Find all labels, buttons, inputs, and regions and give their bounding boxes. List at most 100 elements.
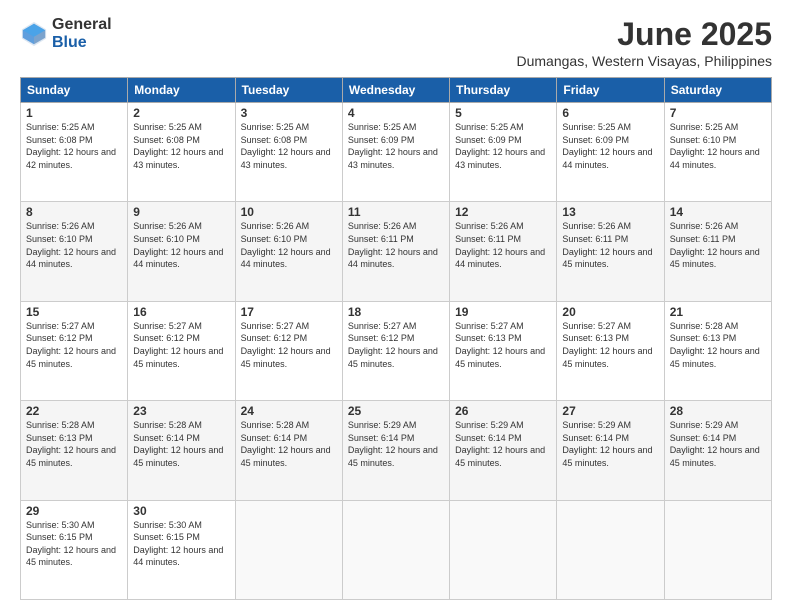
day-info: Sunrise: 5:26 AMSunset: 6:11 PMDaylight:… (348, 220, 444, 270)
day-info: Sunrise: 5:27 AMSunset: 6:13 PMDaylight:… (562, 320, 658, 370)
calendar-cell: 2Sunrise: 5:25 AMSunset: 6:08 PMDaylight… (128, 103, 235, 202)
col-monday: Monday (128, 78, 235, 103)
col-tuesday: Tuesday (235, 78, 342, 103)
day-info: Sunrise: 5:26 AMSunset: 6:10 PMDaylight:… (241, 220, 337, 270)
calendar-cell: 24Sunrise: 5:28 AMSunset: 6:14 PMDayligh… (235, 401, 342, 500)
day-info: Sunrise: 5:27 AMSunset: 6:13 PMDaylight:… (455, 320, 551, 370)
day-number: 8 (26, 205, 122, 219)
calendar-cell: 25Sunrise: 5:29 AMSunset: 6:14 PMDayligh… (342, 401, 449, 500)
day-info: Sunrise: 5:29 AMSunset: 6:14 PMDaylight:… (562, 419, 658, 469)
day-number: 19 (455, 305, 551, 319)
calendar-header: Sunday Monday Tuesday Wednesday Thursday… (21, 78, 772, 103)
calendar-cell: 8Sunrise: 5:26 AMSunset: 6:10 PMDaylight… (21, 202, 128, 301)
day-number: 22 (26, 404, 122, 418)
title-block: June 2025 Dumangas, Western Visayas, Phi… (517, 16, 773, 69)
calendar-cell: 30Sunrise: 5:30 AMSunset: 6:15 PMDayligh… (128, 500, 235, 599)
day-info: Sunrise: 5:27 AMSunset: 6:12 PMDaylight:… (241, 320, 337, 370)
calendar-cell: 4Sunrise: 5:25 AMSunset: 6:09 PMDaylight… (342, 103, 449, 202)
calendar-week-5: 29Sunrise: 5:30 AMSunset: 6:15 PMDayligh… (21, 500, 772, 599)
col-saturday: Saturday (664, 78, 771, 103)
calendar-cell: 7Sunrise: 5:25 AMSunset: 6:10 PMDaylight… (664, 103, 771, 202)
day-number: 21 (670, 305, 766, 319)
day-info: Sunrise: 5:25 AMSunset: 6:08 PMDaylight:… (241, 121, 337, 171)
day-info: Sunrise: 5:30 AMSunset: 6:15 PMDaylight:… (26, 519, 122, 569)
calendar-cell: 28Sunrise: 5:29 AMSunset: 6:14 PMDayligh… (664, 401, 771, 500)
calendar-cell: 26Sunrise: 5:29 AMSunset: 6:14 PMDayligh… (450, 401, 557, 500)
calendar-table: Sunday Monday Tuesday Wednesday Thursday… (20, 77, 772, 600)
day-number: 24 (241, 404, 337, 418)
day-info: Sunrise: 5:25 AMSunset: 6:08 PMDaylight:… (26, 121, 122, 171)
logo: General Blue (20, 16, 112, 51)
calendar-cell: 19Sunrise: 5:27 AMSunset: 6:13 PMDayligh… (450, 301, 557, 400)
logo-blue: Blue (52, 34, 112, 52)
day-number: 30 (133, 504, 229, 518)
calendar-body: 1Sunrise: 5:25 AMSunset: 6:08 PMDaylight… (21, 103, 772, 600)
calendar-cell: 9Sunrise: 5:26 AMSunset: 6:10 PMDaylight… (128, 202, 235, 301)
calendar-cell: 27Sunrise: 5:29 AMSunset: 6:14 PMDayligh… (557, 401, 664, 500)
col-wednesday: Wednesday (342, 78, 449, 103)
day-info: Sunrise: 5:28 AMSunset: 6:14 PMDaylight:… (241, 419, 337, 469)
calendar-cell: 12Sunrise: 5:26 AMSunset: 6:11 PMDayligh… (450, 202, 557, 301)
day-number: 17 (241, 305, 337, 319)
day-info: Sunrise: 5:30 AMSunset: 6:15 PMDaylight:… (133, 519, 229, 569)
day-info: Sunrise: 5:26 AMSunset: 6:11 PMDaylight:… (562, 220, 658, 270)
calendar-cell: 10Sunrise: 5:26 AMSunset: 6:10 PMDayligh… (235, 202, 342, 301)
calendar-cell: 21Sunrise: 5:28 AMSunset: 6:13 PMDayligh… (664, 301, 771, 400)
calendar-cell: 5Sunrise: 5:25 AMSunset: 6:09 PMDaylight… (450, 103, 557, 202)
calendar-week-1: 1Sunrise: 5:25 AMSunset: 6:08 PMDaylight… (21, 103, 772, 202)
day-number: 11 (348, 205, 444, 219)
logo-text: General Blue (52, 16, 112, 51)
day-info: Sunrise: 5:27 AMSunset: 6:12 PMDaylight:… (26, 320, 122, 370)
day-number: 9 (133, 205, 229, 219)
logo-general: General (52, 16, 112, 34)
calendar-cell: 18Sunrise: 5:27 AMSunset: 6:12 PMDayligh… (342, 301, 449, 400)
day-number: 27 (562, 404, 658, 418)
day-number: 14 (670, 205, 766, 219)
calendar-cell: 17Sunrise: 5:27 AMSunset: 6:12 PMDayligh… (235, 301, 342, 400)
day-info: Sunrise: 5:25 AMSunset: 6:09 PMDaylight:… (455, 121, 551, 171)
day-info: Sunrise: 5:26 AMSunset: 6:11 PMDaylight:… (455, 220, 551, 270)
header-row: Sunday Monday Tuesday Wednesday Thursday… (21, 78, 772, 103)
col-thursday: Thursday (450, 78, 557, 103)
calendar-cell (235, 500, 342, 599)
day-number: 26 (455, 404, 551, 418)
day-number: 20 (562, 305, 658, 319)
day-number: 16 (133, 305, 229, 319)
day-info: Sunrise: 5:28 AMSunset: 6:13 PMDaylight:… (670, 320, 766, 370)
day-number: 4 (348, 106, 444, 120)
day-number: 6 (562, 106, 658, 120)
day-info: Sunrise: 5:26 AMSunset: 6:10 PMDaylight:… (133, 220, 229, 270)
logo-icon (20, 20, 48, 48)
header: General Blue June 2025 Dumangas, Western… (20, 16, 772, 69)
calendar-week-2: 8 Sunrise: 5:26 AMSunset: 6:10 PMDaylight… (21, 202, 772, 301)
calendar-cell: 3Sunrise: 5:25 AMSunset: 6:08 PMDaylight… (235, 103, 342, 202)
calendar-cell (450, 500, 557, 599)
day-info: Sunrise: 5:28 AMSunset: 6:13 PMDaylight:… (26, 419, 122, 469)
day-number: 28 (670, 404, 766, 418)
calendar-cell: 11Sunrise: 5:26 AMSunset: 6:11 PMDayligh… (342, 202, 449, 301)
calendar-cell: 1Sunrise: 5:25 AMSunset: 6:08 PMDaylight… (21, 103, 128, 202)
day-number: 25 (348, 404, 444, 418)
day-number: 2 (133, 106, 229, 120)
calendar-cell: 23Sunrise: 5:28 AMSunset: 6:14 PMDayligh… (128, 401, 235, 500)
day-info: Sunrise: 5:27 AMSunset: 6:12 PMDaylight:… (133, 320, 229, 370)
day-number: 12 (455, 205, 551, 219)
day-number: 3 (241, 106, 337, 120)
day-number: 5 (455, 106, 551, 120)
calendar-cell: 6Sunrise: 5:25 AMSunset: 6:09 PMDaylight… (557, 103, 664, 202)
day-info: Sunrise: 5:25 AMSunset: 6:08 PMDaylight:… (133, 121, 229, 171)
calendar-cell: 29Sunrise: 5:30 AMSunset: 6:15 PMDayligh… (21, 500, 128, 599)
calendar-cell: 15Sunrise: 5:27 AMSunset: 6:12 PMDayligh… (21, 301, 128, 400)
day-info: Sunrise: 5:29 AMSunset: 6:14 PMDaylight:… (455, 419, 551, 469)
day-info: Sunrise: 5:25 AMSunset: 6:09 PMDaylight:… (348, 121, 444, 171)
location: Dumangas, Western Visayas, Philippines (517, 53, 773, 69)
day-info: Sunrise: 5:27 AMSunset: 6:12 PMDaylight:… (348, 320, 444, 370)
calendar-cell: 16Sunrise: 5:27 AMSunset: 6:12 PMDayligh… (128, 301, 235, 400)
month-year: June 2025 (517, 16, 773, 53)
day-number: 29 (26, 504, 122, 518)
day-info: Sunrise: 5:25 AMSunset: 6:09 PMDaylight:… (562, 121, 658, 171)
day-number: 1 (26, 106, 122, 120)
calendar-week-4: 22Sunrise: 5:28 AMSunset: 6:13 PMDayligh… (21, 401, 772, 500)
col-friday: Friday (557, 78, 664, 103)
calendar-week-3: 15Sunrise: 5:27 AMSunset: 6:12 PMDayligh… (21, 301, 772, 400)
